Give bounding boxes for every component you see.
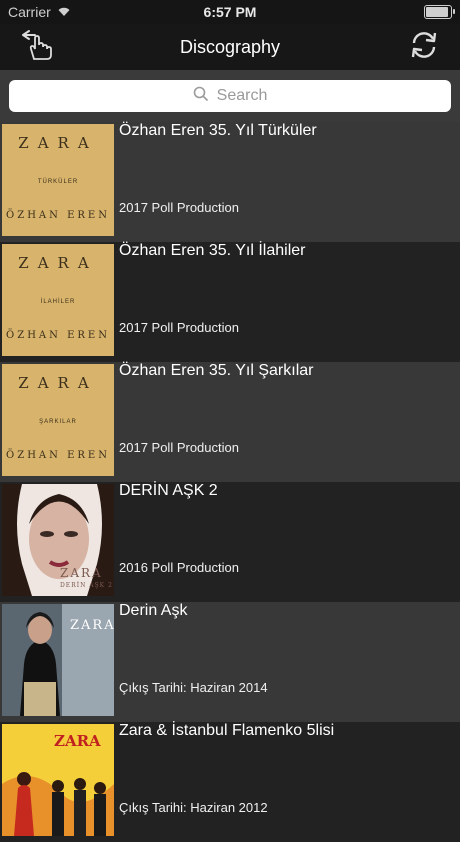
refresh-icon [408,29,440,66]
album-row[interactable]: ZARA İLAHİLER ÖZHAN EREN Özhan Eren 35. … [0,242,460,362]
page-title: Discography [179,36,281,57]
album-row[interactable]: ZARA Zara & İstanbul Flamenko 5lisi Çıkı… [0,722,460,842]
album-title: Özhan Eren 35. Yıl Şarkılar [119,362,314,379]
cover-subtitle-text: ŞARKILAR [39,419,77,425]
search-placeholder: Search [216,87,268,104]
album-title: Özhan Eren 35. Yıl Türküler [119,122,317,139]
album-subtitle: 2017 Poll Production [119,200,239,215]
back-button[interactable] [18,29,54,66]
battery-icon [424,5,455,19]
cover-zara-text: ZARA [54,732,101,750]
cover-zara-text: ZARA [70,618,114,633]
cover-artist-text: ÖZHAN EREN [6,330,110,341]
album-row[interactable]: ZARA DERİN AŞK 2 DERİN AŞK 2 2016 Poll P… [0,482,460,602]
search-bar: Search [0,70,460,122]
album-title: Zara & İstanbul Flamenko 5lisi [119,722,335,739]
album-cover: ZARA TÜRKÜLER ÖZHAN EREN [2,124,114,236]
navigation-bar: Discography [0,24,460,70]
album-cover: ZARA ŞARKILAR ÖZHAN EREN [2,364,114,476]
album-subtitle: 2017 Poll Production [119,320,239,335]
album-cover: ZARA [2,604,114,716]
album-row[interactable]: ZARA Derin Aşk Çıkış Tarihi: Haziran 201… [0,602,460,722]
cover-artist-text: ÖZHAN EREN [6,210,110,221]
cover-zara-text: ZARA [60,566,103,580]
cover-zara-text: ZARA [18,254,98,272]
refresh-button[interactable] [406,30,442,64]
album-title: Derin Aşk [119,602,188,619]
cover-zara-text: ZARA [18,374,98,392]
album-subtitle: 2016 Poll Production [119,560,239,575]
status-bar: Carrier 6:57 PM [0,0,460,24]
album-subtitle: 2017 Poll Production [119,440,239,455]
album-row[interactable]: ZARA ŞARKILAR ÖZHAN EREN Özhan Eren 35. … [0,362,460,482]
search-icon [193,86,209,107]
cover-subtitle-text: DERİN AŞK 2 [60,582,113,589]
album-cover: ZARA DERİN AŞK 2 [2,484,114,596]
album-subtitle: Çıkış Tarihi: Haziran 2014 [119,680,268,695]
album-cover: ZARA [2,724,114,836]
cover-subtitle-text: İLAHİLER [40,299,76,305]
album-list: ZARA TÜRKÜLER ÖZHAN EREN Özhan Eren 35. … [0,122,460,842]
cover-zara-text: ZARA [18,134,98,152]
album-title: DERİN AŞK 2 [119,482,218,499]
album-row[interactable]: ZARA TÜRKÜLER ÖZHAN EREN Özhan Eren 35. … [0,122,460,242]
pointing-hand-back-icon [19,29,53,66]
album-subtitle: Çıkış Tarihi: Haziran 2012 [119,800,268,815]
search-input[interactable]: Search [9,80,451,112]
cover-artist-text: ÖZHAN EREN [6,450,110,461]
status-time: 6:57 PM [203,4,257,20]
album-title: Özhan Eren 35. Yıl İlahiler [119,242,306,259]
album-cover: ZARA İLAHİLER ÖZHAN EREN [2,244,114,356]
cover-subtitle-text: TÜRKÜLER [37,179,79,185]
